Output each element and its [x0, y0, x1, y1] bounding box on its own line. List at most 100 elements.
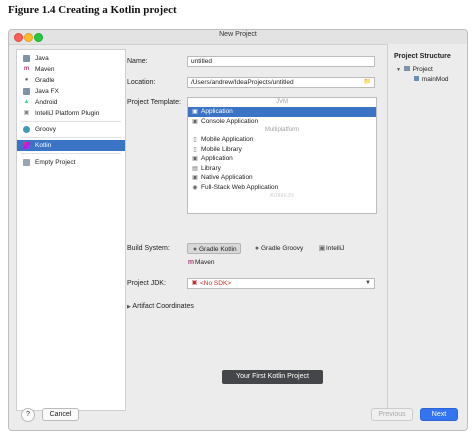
gradle-icon: ●	[192, 246, 198, 253]
build-option-label: Maven	[195, 259, 215, 266]
plugin-icon: ▣	[23, 110, 30, 116]
artifact-coordinates-toggle[interactable]: ▶ Artifact Coordinates	[127, 303, 194, 310]
template-item-console-application[interactable]: ▣ Console Application	[188, 117, 376, 127]
template-item-full-stack-web[interactable]: ◉ Full-Stack Web Application	[188, 183, 376, 193]
location-input[interactable]: /Users/andrew/IdeaProjects/untitled 📁	[187, 77, 375, 88]
artifact-coordinates-label: Artifact Coordinates	[132, 303, 194, 310]
tree-node-label: mainMod	[421, 76, 449, 83]
gradle-icon: ●	[254, 245, 260, 252]
jdk-label: Project JDK:	[127, 280, 166, 287]
folder-icon	[403, 66, 410, 71]
window-title: New Project	[219, 31, 257, 38]
sidebar-item-label: Kotlin	[35, 142, 52, 149]
title-bar: New Project	[9, 30, 467, 45]
template-group-jvm: JVM	[276, 99, 288, 105]
template-item-mobile-application[interactable]: ▯ Mobile Application	[188, 135, 376, 145]
build-system-label: Build System:	[127, 245, 170, 252]
android-icon: ▲	[23, 99, 30, 105]
name-label: Name:	[127, 58, 148, 65]
template-item-application[interactable]: ▣ Application	[188, 107, 376, 117]
sidebar-divider	[21, 153, 121, 154]
sidebar-item-java-fx[interactable]: Java FX	[17, 86, 125, 97]
build-option-gradle-groovy[interactable]: ● Gradle Groovy	[253, 243, 303, 254]
jdk-value: <No SDK>	[200, 280, 232, 287]
window-icon: ▣	[192, 109, 198, 115]
sidebar-item-label: Groovy	[35, 126, 56, 133]
globe-icon: ◉	[192, 184, 198, 191]
location-value: /Users/andrew/IdeaProjects/untitled	[191, 79, 294, 86]
sidebar-item-label: Empty Project	[35, 159, 76, 166]
build-option-label: Gradle Kotlin	[199, 246, 237, 253]
location-label: Location:	[127, 79, 156, 86]
template-group-kotlinjs: Kotlin/JS	[270, 193, 294, 199]
sidebar-item-intellij-plugin[interactable]: ▣ IntelliJ Platform Plugin	[17, 108, 125, 119]
maven-icon: m	[187, 259, 195, 266]
tree-node-module[interactable]: mainMod	[414, 75, 449, 84]
sidebar-item-groovy[interactable]: Groovy	[17, 124, 125, 135]
sidebar-item-label: Maven	[35, 66, 55, 73]
folder-browse-icon[interactable]: 📁	[364, 78, 371, 87]
jdk-select[interactable]: ▣ <No SDK> ▼	[187, 278, 375, 289]
library-icon: ▤	[192, 165, 198, 172]
sidebar-divider	[21, 137, 121, 138]
window-icon: ▣	[192, 156, 198, 162]
previous-button[interactable]: Previous	[371, 408, 413, 421]
cancel-button[interactable]: Cancel	[42, 408, 79, 421]
module-icon	[414, 76, 419, 81]
sidebar-item-label: IntelliJ Platform Plugin	[35, 110, 100, 117]
sidebar-item-kotlin[interactable]: Kotlin	[17, 140, 125, 151]
tree-node-project[interactable]: ▼ Project	[396, 65, 433, 74]
console-icon: ▣	[192, 118, 198, 125]
folder-icon	[23, 88, 30, 95]
name-input[interactable]: untitled	[187, 56, 375, 67]
sidebar-item-label: Android	[35, 99, 58, 106]
template-item-label: Mobile Library	[201, 145, 242, 153]
maven-icon: m	[23, 66, 30, 72]
template-group-multiplatform: Multiplatform	[264, 127, 300, 133]
sdk-missing-icon: ▣	[191, 280, 198, 286]
sidebar-item-java[interactable]: Java	[17, 53, 125, 64]
build-option-label: Gradle Groovy	[261, 245, 304, 252]
template-label: Project Template:	[127, 99, 181, 106]
template-item-label: Library	[201, 164, 221, 172]
mobile-icon: ▯	[193, 137, 197, 143]
kotlin-icon	[23, 142, 30, 149]
chevron-down-icon: ▼	[396, 67, 401, 73]
chevron-right-icon: ▶	[127, 304, 131, 310]
template-item-mpp-application[interactable]: ▣ Application	[188, 154, 376, 164]
project-structure-title: Project Structure	[394, 53, 451, 60]
help-button[interactable]: ?	[21, 408, 35, 422]
figure-caption: Figure 1.4 Creating a Kotlin project	[8, 4, 177, 16]
template-item-label: Mobile Application	[201, 136, 254, 143]
template-item-native-application[interactable]: ▣ Native Application	[188, 173, 376, 183]
intellij-icon: ▣	[318, 245, 326, 252]
sidebar-item-android[interactable]: ▲ Android	[17, 97, 125, 108]
folder-icon	[23, 55, 30, 62]
sidebar-item-label: Java	[35, 55, 49, 62]
mobile-icon: ▯	[193, 146, 197, 153]
chevron-down-icon: ▼	[365, 280, 371, 286]
template-item-label: Application	[201, 155, 233, 162]
template-item-library[interactable]: ▤ Library	[188, 164, 376, 174]
project-template-list: JVM ▣ Application ▣ Console Application …	[187, 97, 377, 214]
tooltip-first-kotlin-project: Your First Kotlin Project	[222, 370, 323, 384]
tree-node-label: Project	[412, 66, 433, 73]
build-option-maven[interactable]: mMaven	[187, 257, 215, 268]
build-option-label: IntelliJ	[326, 245, 345, 252]
project-structure-panel: Project Structure ▼ Project mainMod	[387, 44, 467, 416]
build-option-intellij[interactable]: ▣IntelliJ	[318, 243, 345, 254]
groovy-icon	[23, 126, 30, 133]
build-option-gradle-kotlin[interactable]: ● Gradle Kotlin	[187, 243, 241, 254]
sidebar-item-gradle[interactable]: ● Gradle	[17, 75, 125, 86]
native-icon: ▣	[192, 175, 198, 181]
folder-icon	[23, 159, 30, 166]
template-item-label: Full-Stack Web Application	[201, 183, 279, 191]
sidebar-item-empty-project[interactable]: Empty Project	[17, 157, 125, 168]
template-item-label: Application	[201, 108, 233, 115]
project-type-sidebar: Java m Maven ● Gradle Java FX ▲ Android …	[16, 49, 126, 411]
gradle-icon: ●	[24, 77, 29, 83]
template-item-mobile-library[interactable]: ▯ Mobile Library	[188, 145, 376, 155]
sidebar-item-maven[interactable]: m Maven	[17, 64, 125, 75]
next-button[interactable]: Next	[420, 408, 458, 421]
template-item-label: Native Application	[201, 174, 253, 181]
